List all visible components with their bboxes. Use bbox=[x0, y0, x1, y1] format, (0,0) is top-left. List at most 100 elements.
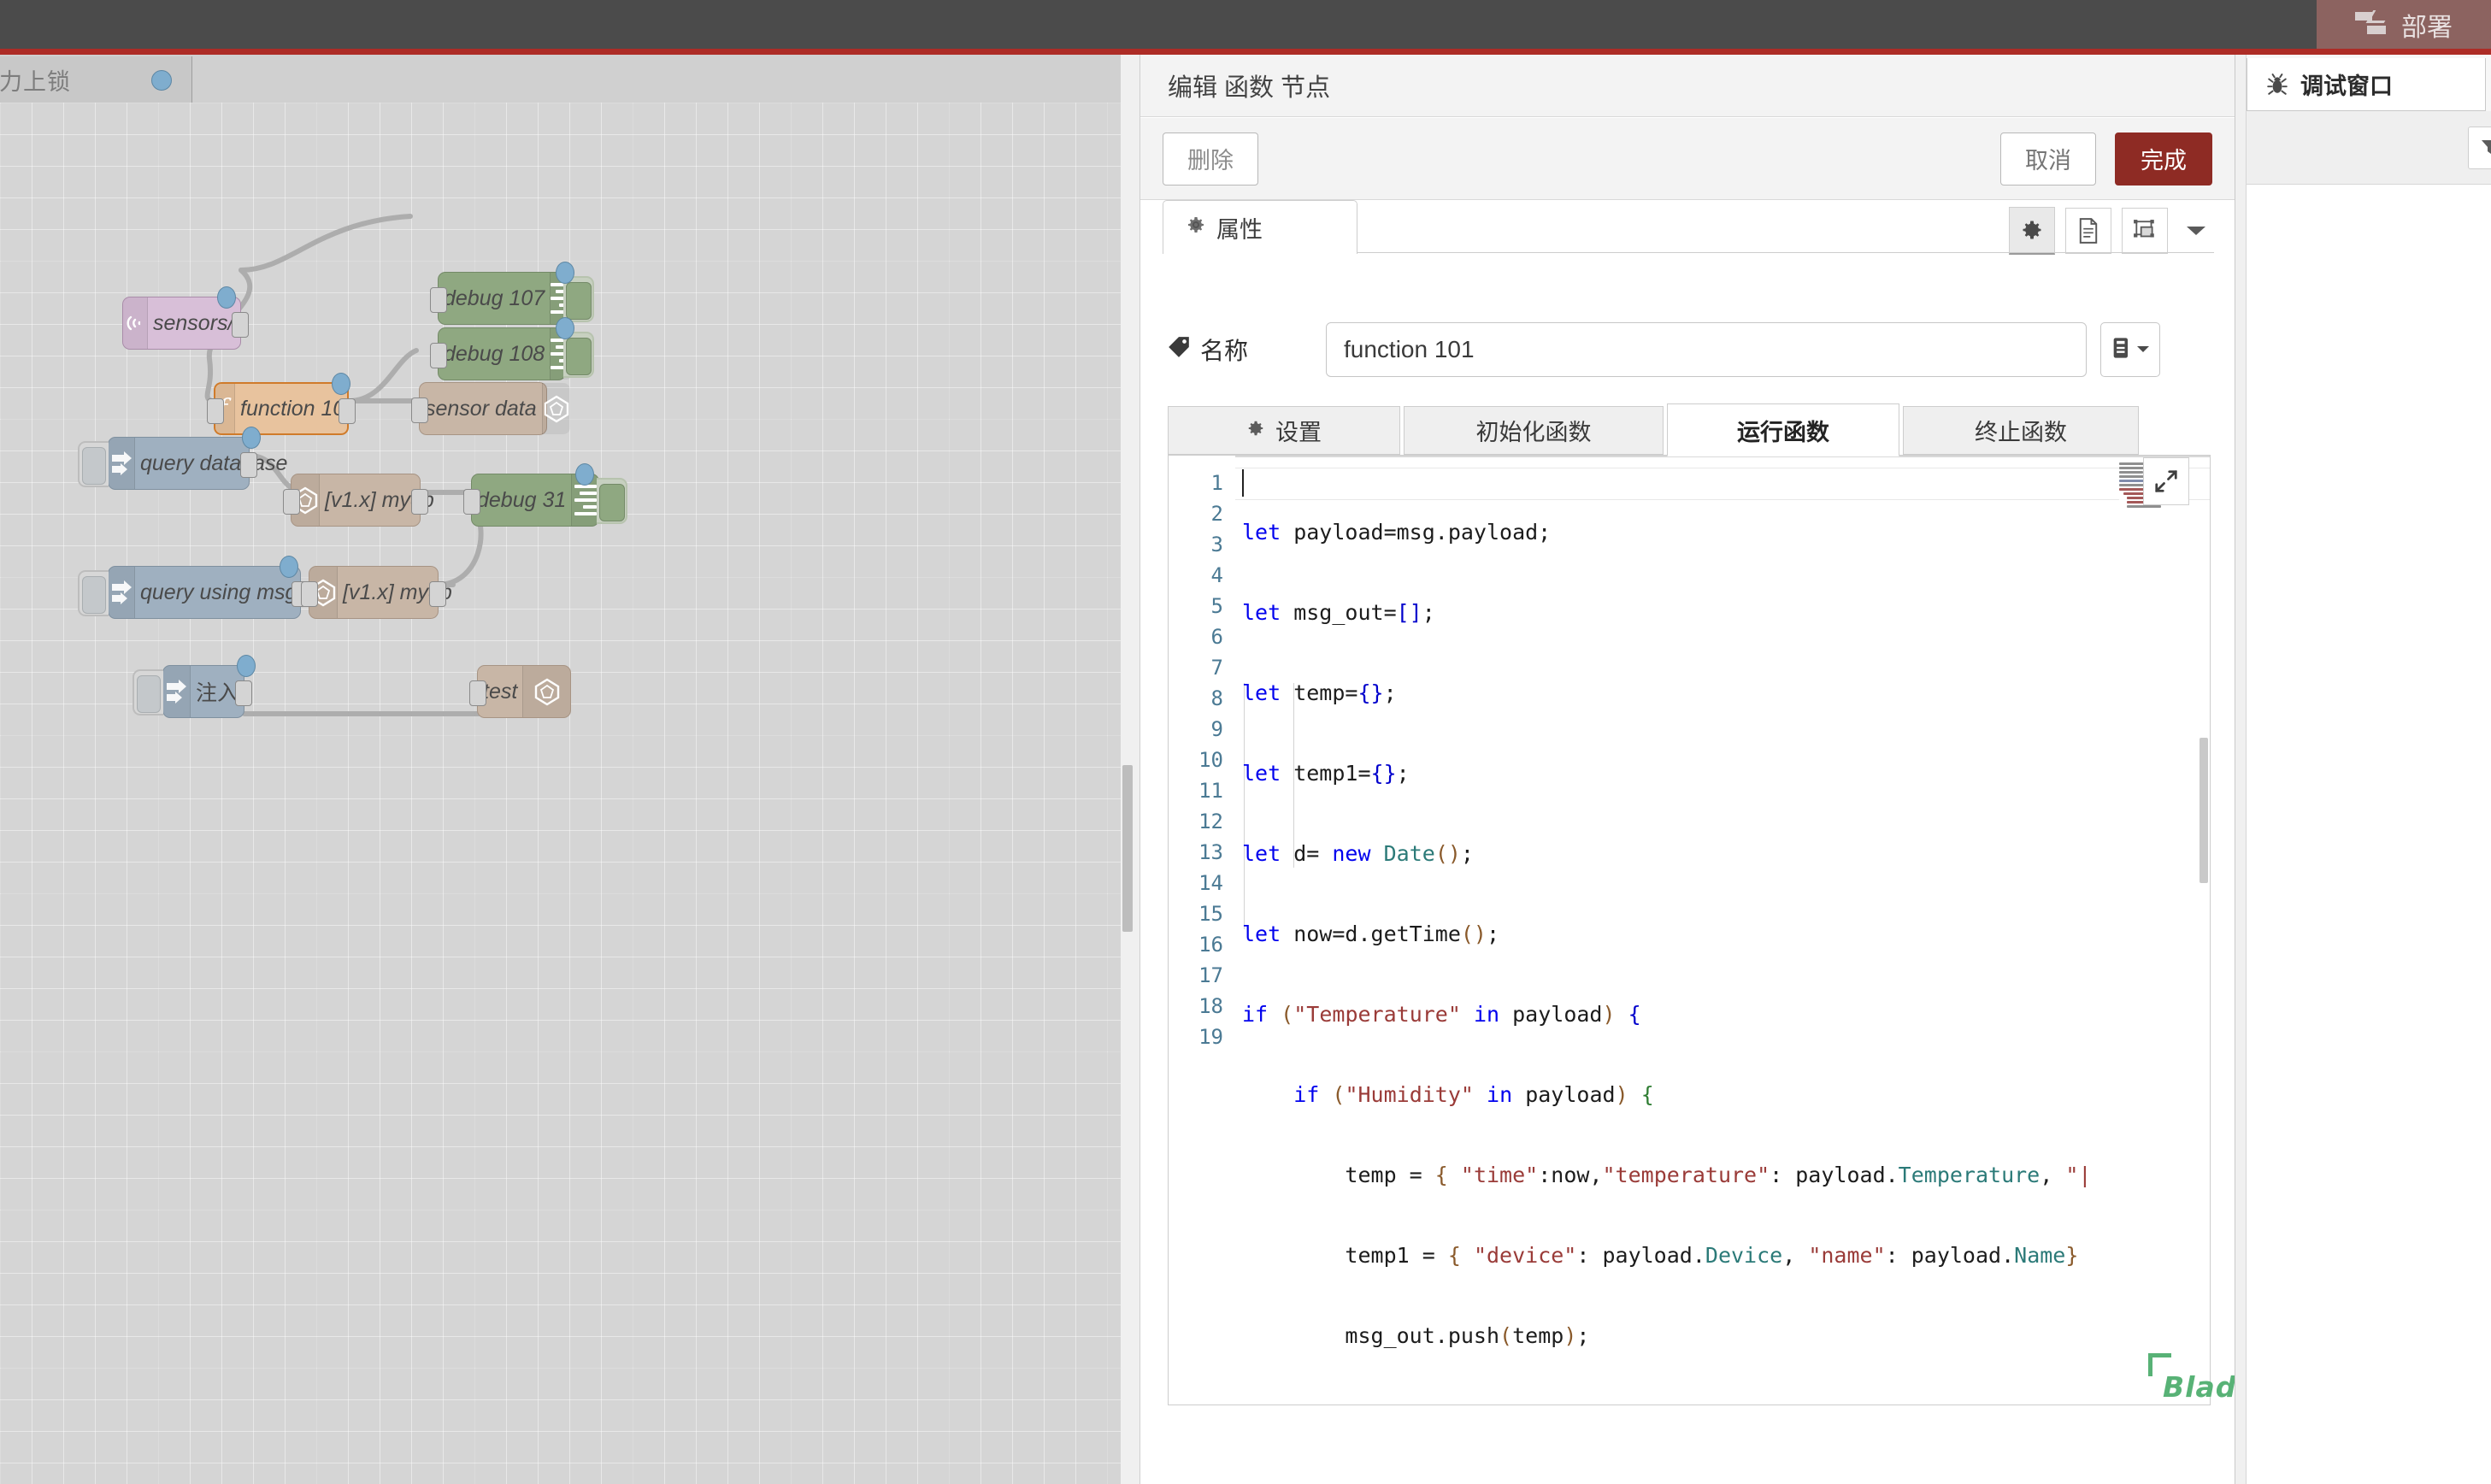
flow-tab-active[interactable]: 力上锁 bbox=[0, 56, 192, 104]
line-number: 1 bbox=[1210, 471, 1223, 495]
line-number: 6 bbox=[1210, 625, 1223, 649]
node-input-port[interactable] bbox=[469, 680, 486, 706]
name-row: 名称 bbox=[1168, 320, 2211, 380]
gear-icon-button[interactable] bbox=[2009, 207, 2055, 255]
node-input-port[interactable] bbox=[207, 398, 224, 424]
tab-settings[interactable]: 设置 bbox=[1168, 406, 1400, 455]
node-input-port[interactable] bbox=[411, 398, 428, 423]
code-line: let temp1={}; bbox=[1242, 761, 1410, 786]
node-input-port[interactable] bbox=[430, 343, 447, 368]
node-label: sensor data bbox=[425, 396, 537, 421]
code-line: msg_out.push(temp1); bbox=[1242, 1401, 2210, 1404]
flow-tab-bar: 力上锁 bbox=[0, 55, 1121, 104]
node-output-port[interactable] bbox=[232, 312, 249, 338]
line-number: 12 bbox=[1198, 810, 1223, 833]
node-status-dot bbox=[575, 463, 594, 486]
flow-tab-status-dot bbox=[151, 70, 172, 91]
edit-panel-toolbar: 删除 取消 完成 bbox=[1140, 118, 2235, 200]
node-status-dot bbox=[280, 556, 298, 578]
debug-enable-toggle[interactable] bbox=[597, 478, 627, 524]
node-output-port[interactable] bbox=[240, 452, 257, 478]
code-line: temp = { "time":now,"temperature": paylo… bbox=[1242, 1163, 2092, 1187]
line-number: 8 bbox=[1210, 686, 1223, 710]
code-line: msg_out.push(temp); bbox=[1242, 1323, 1590, 1348]
tab-stop-function[interactable]: 终止函数 bbox=[1903, 406, 2139, 455]
tab-debug-window-label: 调试窗口 bbox=[2300, 74, 2393, 99]
debug-filter-button[interactable]: 所 bbox=[2467, 126, 2491, 169]
line-number: 9 bbox=[1210, 717, 1223, 741]
node-mydb-1[interactable]: [v1.x] mydb bbox=[283, 474, 434, 527]
node-input-port[interactable] bbox=[283, 489, 300, 515]
code-text[interactable]: let payload=msg.payload; let msg_out=[];… bbox=[1242, 456, 2210, 1404]
flow-canvas[interactable]: 力上锁 sensors/# debug 107 debug 108 functi… bbox=[0, 55, 1121, 1484]
node-mydb-2[interactable]: [v1.x] mydb bbox=[301, 566, 452, 619]
done-button[interactable]: 完成 bbox=[2115, 132, 2212, 186]
canvas-scrollbar-thumb[interactable] bbox=[1122, 765, 1133, 932]
node-output-port[interactable] bbox=[429, 581, 446, 607]
node-label: debug 108 bbox=[444, 341, 545, 366]
tab-init-function-label: 初始化函数 bbox=[1475, 420, 1592, 445]
node-function-101[interactable]: f function 101 bbox=[207, 373, 356, 435]
tab-properties[interactable]: 属性 bbox=[1163, 200, 1357, 254]
code-vertical-scrollbar[interactable] bbox=[2200, 738, 2208, 883]
node-query-database[interactable]: query database bbox=[78, 427, 287, 490]
code-editor[interactable]: 1 2 3 4 5 6 7 8 9 10 11 12 13 14 15 16 1… bbox=[1168, 455, 2211, 1405]
mqtt-icon bbox=[123, 297, 148, 349]
layers-icon-button[interactable] bbox=[2122, 208, 2168, 254]
node-debug-108[interactable]: debug 108 bbox=[430, 317, 594, 380]
line-number: 18 bbox=[1198, 994, 1223, 1018]
inject-trigger-button[interactable] bbox=[132, 669, 163, 716]
node-debug-107[interactable]: debug 107 bbox=[430, 262, 594, 325]
code-line: let msg_out=[]; bbox=[1242, 600, 1435, 625]
line-number: 14 bbox=[1198, 871, 1223, 895]
inject-trigger-button[interactable] bbox=[78, 441, 109, 487]
node-test[interactable]: test bbox=[469, 665, 571, 718]
node-input-port[interactable] bbox=[301, 581, 318, 607]
node-output-port[interactable] bbox=[235, 680, 252, 706]
name-input[interactable] bbox=[1326, 322, 2087, 377]
node-output-port[interactable] bbox=[339, 398, 356, 424]
deploy-button[interactable]: 部署 bbox=[2317, 0, 2491, 49]
buffer-icon bbox=[2111, 336, 2132, 364]
line-number: 17 bbox=[1198, 963, 1223, 987]
node-status-dot bbox=[242, 427, 261, 449]
inject-icon bbox=[109, 567, 135, 618]
right-sidebar: 调试窗口 所 bbox=[2235, 55, 2491, 1484]
inject-icon bbox=[163, 666, 191, 717]
node-input-port[interactable] bbox=[430, 287, 447, 313]
node-inject-cn[interactable]: 注入 bbox=[132, 655, 256, 718]
node-status-dot bbox=[217, 286, 236, 309]
tab-init-function[interactable]: 初始化函数 bbox=[1404, 406, 1664, 455]
delete-button[interactable]: 删除 bbox=[1163, 132, 1258, 186]
node-status-dot bbox=[556, 262, 574, 284]
debug-messages-list[interactable] bbox=[2247, 185, 2491, 1484]
sidebar-strip bbox=[2235, 55, 2247, 1484]
inject-trigger-button[interactable] bbox=[78, 570, 109, 616]
line-number-gutter: 1 2 3 4 5 6 7 8 9 10 11 12 13 14 15 16 1… bbox=[1169, 456, 1235, 1404]
tab-debug-window[interactable]: 调试窗口 bbox=[2247, 58, 2486, 111]
code-line: temp1 = { "device": payload.Device, "nam… bbox=[1242, 1243, 2079, 1268]
node-query-using-msg-query[interactable]: query using msg.query bbox=[78, 556, 356, 619]
name-type-dropdown[interactable] bbox=[2100, 322, 2160, 377]
node-input-port[interactable] bbox=[463, 489, 480, 515]
document-icon-button[interactable] bbox=[2065, 208, 2111, 254]
line-number: 4 bbox=[1210, 563, 1223, 587]
function-sub-tabs: 设置 初始化函数 运行函数 终止函数 bbox=[1168, 403, 2211, 456]
node-debug-31[interactable]: debug 31 bbox=[463, 463, 627, 527]
chevron-down-icon[interactable] bbox=[2178, 213, 2214, 249]
gear-icon bbox=[1246, 417, 1265, 444]
line-number: 10 bbox=[1198, 748, 1223, 772]
expand-editor-button[interactable] bbox=[2143, 457, 2189, 505]
node-status-dot bbox=[237, 655, 256, 677]
node-mqtt-in[interactable]: sensors/# bbox=[122, 286, 249, 350]
header-accent-line bbox=[0, 49, 2491, 55]
inject-icon bbox=[109, 438, 135, 489]
debug-bars-icon bbox=[574, 485, 597, 515]
tab-run-function[interactable]: 运行函数 bbox=[1667, 403, 1899, 456]
bug-icon bbox=[2266, 73, 2288, 96]
top-header-bar: 部署 bbox=[0, 0, 2491, 49]
cancel-button[interactable]: 取消 bbox=[2000, 132, 2096, 186]
node-sensor-data[interactable]: sensor data bbox=[411, 382, 570, 435]
node-output-port[interactable] bbox=[411, 489, 428, 515]
line-number: 7 bbox=[1210, 656, 1223, 680]
